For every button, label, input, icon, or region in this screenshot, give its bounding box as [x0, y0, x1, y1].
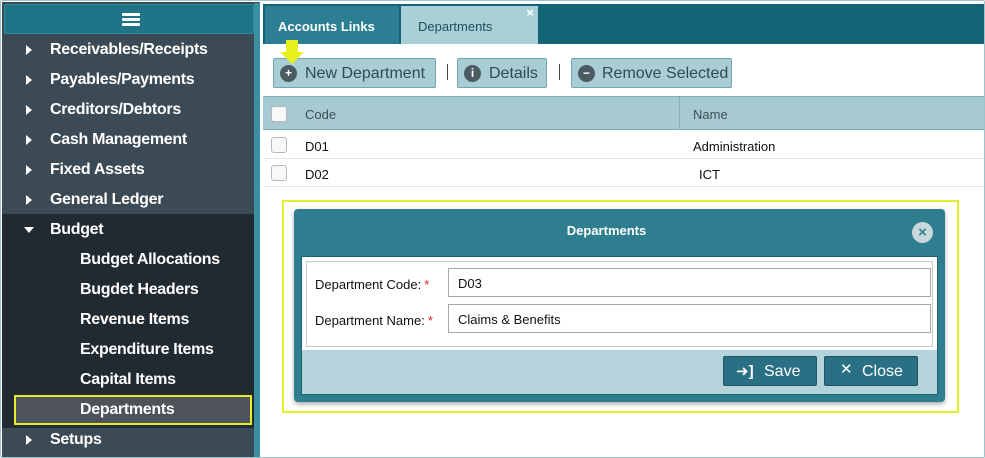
button-label: Close [862, 363, 903, 380]
sidebar-item-label: General Ledger [50, 191, 164, 208]
budget-submenu: Budget Budget Allocations Bugdet Headers… [2, 214, 260, 428]
cell-name: ICT [699, 167, 720, 182]
caret-right-icon [26, 75, 32, 85]
sidebar-subitem-label: Departments [80, 401, 175, 418]
sidebar-item-label: Setups [50, 431, 102, 448]
tab-departments[interactable]: Departments × [401, 5, 538, 44]
down-arrow-annotation-icon [280, 40, 304, 66]
sidebar-item-cash-management[interactable]: Cash Management [2, 125, 260, 155]
button-label: Remove Selected [602, 65, 729, 82]
dialog-footer: ➜] Save ✕ Close [302, 350, 937, 394]
minus-circle-icon: − [578, 65, 595, 82]
dialog-form: Department Code: * D03 Department Name: * … [306, 261, 933, 347]
sidebar: Receivables/Receipts Payables/Payments C… [2, 2, 260, 457]
departments-dialog: Departments × Department Code: * D03 Depa… [294, 209, 945, 402]
sidebar-subitem-expenditure-items[interactable]: Expenditure Items [2, 335, 260, 365]
button-label: New Department [305, 65, 426, 82]
sidebar-subitem-label: Expenditure Items [80, 341, 214, 358]
sign-in-icon: ➜] [736, 363, 754, 380]
sidebar-item-receivables[interactable]: Receivables/Receipts [2, 35, 260, 65]
column-header-code[interactable]: Code [305, 107, 336, 122]
close-button[interactable]: ✕ Close [824, 356, 918, 386]
field-value: Claims & Benefits [458, 312, 561, 327]
sidebar-subitem-capital-items[interactable]: Capital Items [2, 365, 260, 395]
hamburger-icon [122, 13, 140, 27]
sidebar-item-payables[interactable]: Payables/Payments [2, 65, 260, 95]
toolbar-divider [447, 64, 448, 80]
sidebar-item-label: Payables/Payments [50, 71, 195, 88]
column-header-name[interactable]: Name [693, 107, 728, 122]
details-button[interactable]: i Details [457, 58, 547, 88]
required-mark: * [424, 277, 430, 292]
tab-label: Accounts Links [278, 19, 375, 34]
sidebar-subitem-label: Capital Items [80, 371, 176, 388]
cell-name: Administration [693, 139, 776, 154]
sidebar-subitem-budget-allocations[interactable]: Budget Allocations [2, 245, 260, 275]
sidebar-subitem-departments[interactable]: Departments [14, 395, 252, 425]
sidebar-subitem-label: Revenue Items [80, 311, 190, 328]
row-checkbox[interactable] [271, 165, 287, 181]
remove-selected-button[interactable]: − Remove Selected [571, 58, 732, 88]
grid-header: Code Name [263, 96, 984, 130]
caret-right-icon [26, 435, 32, 445]
app-window: Receivables/Receipts Payables/Payments C… [0, 0, 985, 458]
sidebar-subitem-label: Bugdet Headers [80, 281, 199, 298]
menu-toggle-button[interactable] [4, 4, 254, 34]
sidebar-item-label: Creditors/Debtors [50, 101, 181, 118]
caret-right-icon [26, 45, 32, 55]
tab-accounts-links[interactable]: Accounts Links [265, 6, 399, 44]
toolbar-divider [559, 64, 560, 80]
select-all-checkbox[interactable] [271, 106, 287, 122]
department-code-field[interactable]: D03 [448, 268, 931, 297]
caret-right-icon [26, 165, 32, 175]
caret-right-icon [26, 195, 32, 205]
info-icon: i [464, 65, 481, 82]
row-checkbox[interactable] [271, 137, 287, 153]
sidebar-subitem-revenue-items[interactable]: Revenue Items [2, 305, 260, 335]
dialog-body: Department Code: * D03 Department Name: * … [301, 256, 938, 395]
close-icon[interactable]: × [526, 5, 534, 20]
sidebar-item-creditors[interactable]: Creditors/Debtors [2, 95, 260, 125]
button-label: Details [489, 65, 538, 82]
table-row[interactable]: D01 Administration [263, 131, 984, 159]
table-row[interactable]: D02 ICT [263, 159, 984, 187]
sidebar-item-fixed-assets[interactable]: Fixed Assets [2, 155, 260, 185]
sidebar-subitem-budget-headers[interactable]: Bugdet Headers [2, 275, 260, 305]
close-icon[interactable]: × [912, 222, 933, 243]
button-label: Save [764, 363, 801, 380]
department-code-label: Department Code: * [315, 277, 430, 292]
sidebar-item-general-ledger[interactable]: General Ledger [2, 185, 260, 215]
sidebar-subitem-label: Budget Allocations [80, 251, 220, 268]
cell-code: D01 [305, 139, 329, 154]
cell-code: D02 [305, 167, 329, 182]
caret-right-icon [26, 105, 32, 115]
sidebar-item-label: Receivables/Receipts [50, 41, 208, 58]
sidebar-item-setups[interactable]: Setups [2, 425, 260, 455]
sidebar-scrollbar[interactable] [254, 3, 260, 457]
sidebar-item-label: Cash Management [50, 131, 187, 148]
field-value: D03 [458, 276, 482, 291]
close-icon: ✕ [840, 361, 853, 378]
caret-down-icon [24, 227, 34, 233]
sidebar-item-label: Fixed Assets [50, 161, 145, 178]
tab-label: Departments [418, 19, 493, 34]
dialog-title: Departments [566, 223, 647, 238]
sidebar-item-label: Budget [50, 221, 104, 238]
department-name-label: Department Name: * [315, 313, 433, 328]
column-divider[interactable] [679, 97, 680, 129]
department-name-field[interactable]: Claims & Benefits [448, 304, 931, 333]
caret-right-icon [26, 135, 32, 145]
required-mark: * [427, 313, 433, 328]
save-button[interactable]: ➜] Save [723, 356, 817, 386]
plus-circle-icon: + [280, 65, 297, 82]
sidebar-item-budget[interactable]: Budget [2, 215, 260, 245]
tab-bar: Accounts Links Departments × [263, 4, 984, 44]
